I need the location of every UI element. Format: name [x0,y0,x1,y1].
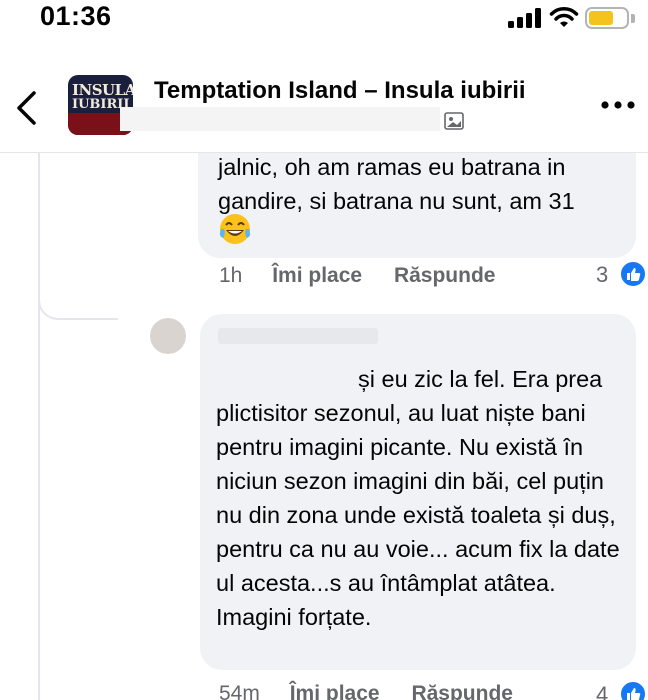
comment-text: și eu zic la fel. Era prea plictisitor s… [216,362,626,634]
avatar[interactable] [150,318,186,354]
like-reaction-icon[interactable] [619,260,647,288]
comment-actions: 54m Îmi place Răspunde [219,682,539,700]
more-options-icon[interactable] [600,100,636,110]
like-button[interactable]: Îmi place [290,682,380,700]
reaction-count[interactable]: 3 [596,262,608,288]
reaction-count[interactable]: 4 [596,682,608,700]
reply-button[interactable]: Răspunde [411,682,513,700]
photo-icon [444,112,464,130]
comment-text: jalnic, oh am ramas eu batrana in gandir… [218,150,628,218]
group-header: INSULA IUBIRII Temptation Island – Insul… [0,62,648,152]
group-title[interactable]: Temptation Island – Insula iubirii [154,77,526,105]
battery-level [589,11,613,25]
thread-connector [38,230,118,320]
comment-body: și eu zic la fel. Era prea plictisitor s… [216,366,620,630]
comment-text-line: gandire, si batrana nu sunt, am 31 [218,188,575,214]
header-divider [0,152,648,153]
comment-time: 1h [219,264,243,287]
like-button[interactable]: Îmi place [272,264,362,287]
battery-icon [585,7,629,29]
status-time: 01:36 [40,1,112,31]
comment-time: 54m [219,682,260,700]
comment-author-redacted [218,328,378,344]
comment-text-line: jalnic, oh am ramas eu batrana in [218,154,566,180]
redacted-subtitle [120,107,440,131]
cellular-signal-icon [508,8,541,28]
like-reaction-icon[interactable] [619,680,647,700]
battery-tip [631,14,635,23]
wifi-icon [549,7,579,27]
reply-button[interactable]: Răspunde [394,264,496,287]
laughing-with-tears-emoji-icon [219,214,251,244]
comment-bubble: și eu zic la fel. Era prea plictisitor s… [200,314,636,670]
back-arrow-icon[interactable] [14,90,40,126]
comment-actions: 1h Îmi place Răspunde [219,264,521,288]
